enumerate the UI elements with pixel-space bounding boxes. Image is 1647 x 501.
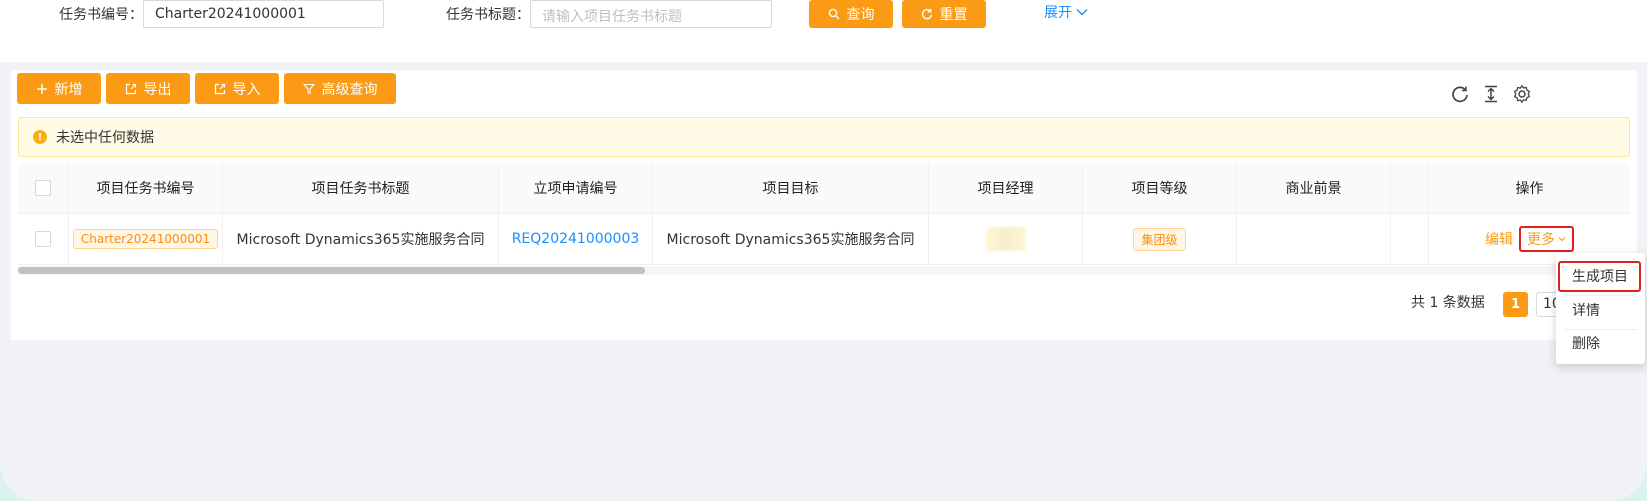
- column-header[interactable]: 项目任务书标题: [223, 163, 499, 213]
- level-cell: 集团级: [1083, 214, 1237, 264]
- charter-no-cell: Charter20241000001: [69, 214, 223, 264]
- advanced-query-button-label: 高级查询: [321, 81, 378, 98]
- import-button-label: 导入: [232, 81, 261, 98]
- select-all-checkbox[interactable]: [35, 180, 51, 196]
- column-height-icon[interactable]: [1480, 83, 1502, 105]
- query-button-label: 查询: [846, 7, 875, 23]
- chevron-down-icon: [1558, 237, 1566, 242]
- advanced-query-button[interactable]: 高级查询: [284, 73, 396, 104]
- chevron-down-icon: [1076, 9, 1088, 16]
- reset-button-label: 重置: [939, 7, 968, 23]
- more-button-label: 更多: [1527, 232, 1555, 248]
- add-button[interactable]: 新增: [17, 73, 101, 104]
- table-row: Charter20241000001 Microsoft Dynamics365…: [18, 214, 1630, 265]
- charter-title-input[interactable]: 请输入项目任务书标题: [530, 0, 772, 28]
- horizontal-scrollbar[interactable]: [18, 266, 1630, 275]
- edit-link[interactable]: 编辑: [1485, 229, 1513, 249]
- row-checkbox[interactable]: [35, 231, 51, 247]
- app-frame: 任务书编号： Charter20241000001 任务书标题： 请输入项目任务…: [0, 0, 1647, 501]
- reset-button[interactable]: 重置: [902, 0, 986, 28]
- filter-icon: [302, 83, 315, 94]
- expand-link[interactable]: 展开: [1044, 2, 1088, 22]
- prospect-cell: [1237, 214, 1391, 264]
- charter-title-label: 任务书标题：: [446, 7, 530, 23]
- page-1-button[interactable]: 1: [1503, 292, 1528, 317]
- add-button-label: 新增: [54, 81, 83, 98]
- manager-avatar: [985, 227, 1026, 251]
- goal-cell: Microsoft Dynamics365实施服务合同: [653, 214, 929, 264]
- table-header: 项目任务书编号 项目任务书标题 立项申请编号 项目目标 项目经理 项目等级 商业…: [18, 163, 1630, 214]
- more-dropdown-menu: 生成项目 详情 删除: [1556, 253, 1645, 364]
- charter-no-input[interactable]: Charter20241000001: [143, 0, 384, 28]
- select-all-cell: [18, 163, 69, 213]
- menu-item-delete[interactable]: 删除: [1572, 333, 1600, 353]
- search-panel: 任务书编号： Charter20241000001 任务书标题： 请输入项目任务…: [0, 0, 1647, 62]
- import-icon: [214, 83, 225, 94]
- empty-cell: [1391, 214, 1429, 264]
- export-button-label: 导出: [143, 81, 172, 98]
- more-button[interactable]: 更多: [1519, 226, 1574, 252]
- selection-alert: ! 未选中任何数据: [18, 117, 1630, 157]
- column-header: [1391, 163, 1429, 213]
- reload-icon: [921, 8, 932, 20]
- refresh-icon[interactable]: [1449, 83, 1471, 105]
- plus-icon: [36, 83, 47, 94]
- menu-divider: [1564, 295, 1637, 296]
- column-header[interactable]: 项目任务书编号: [69, 163, 223, 213]
- menu-item-generate-project[interactable]: 生成项目: [1572, 266, 1628, 286]
- title-cell: Microsoft Dynamics365实施服务合同: [223, 214, 499, 264]
- search-icon: [828, 8, 839, 20]
- selection-alert-text: 未选中任何数据: [56, 130, 154, 146]
- menu-item-details[interactable]: 详情: [1572, 300, 1600, 320]
- export-button[interactable]: 导出: [106, 73, 190, 104]
- export-icon: [125, 83, 136, 94]
- info-icon: !: [33, 130, 47, 144]
- column-header[interactable]: 商业前景: [1237, 163, 1391, 213]
- charter-no-tag: Charter20241000001: [72, 229, 219, 249]
- data-table: 项目任务书编号 项目任务书标题 立项申请编号 项目目标 项目经理 项目等级 商业…: [18, 163, 1630, 265]
- import-button[interactable]: 导入: [195, 73, 279, 104]
- column-header-actions: 操作: [1515, 181, 1544, 197]
- column-header[interactable]: 立项申请编号: [499, 163, 653, 213]
- column-header[interactable]: 项目等级: [1083, 163, 1237, 213]
- level-tag: 集团级: [1133, 227, 1186, 251]
- column-header[interactable]: 项目经理: [929, 163, 1083, 213]
- menu-divider: [1564, 329, 1637, 330]
- charter-no-label: 任务书编号：: [59, 7, 143, 23]
- expand-link-label: 展开: [1044, 5, 1072, 21]
- request-no-link[interactable]: REQ20241000003: [499, 214, 653, 264]
- row-select-cell: [18, 214, 69, 264]
- manager-cell: [929, 214, 1083, 264]
- gear-icon[interactable]: [1511, 83, 1533, 105]
- scrollbar-thumb[interactable]: [18, 267, 645, 274]
- query-button[interactable]: 查询: [809, 0, 893, 28]
- pagination-total: 共 1 条数据: [1411, 295, 1485, 311]
- column-header[interactable]: 项目目标: [653, 163, 929, 213]
